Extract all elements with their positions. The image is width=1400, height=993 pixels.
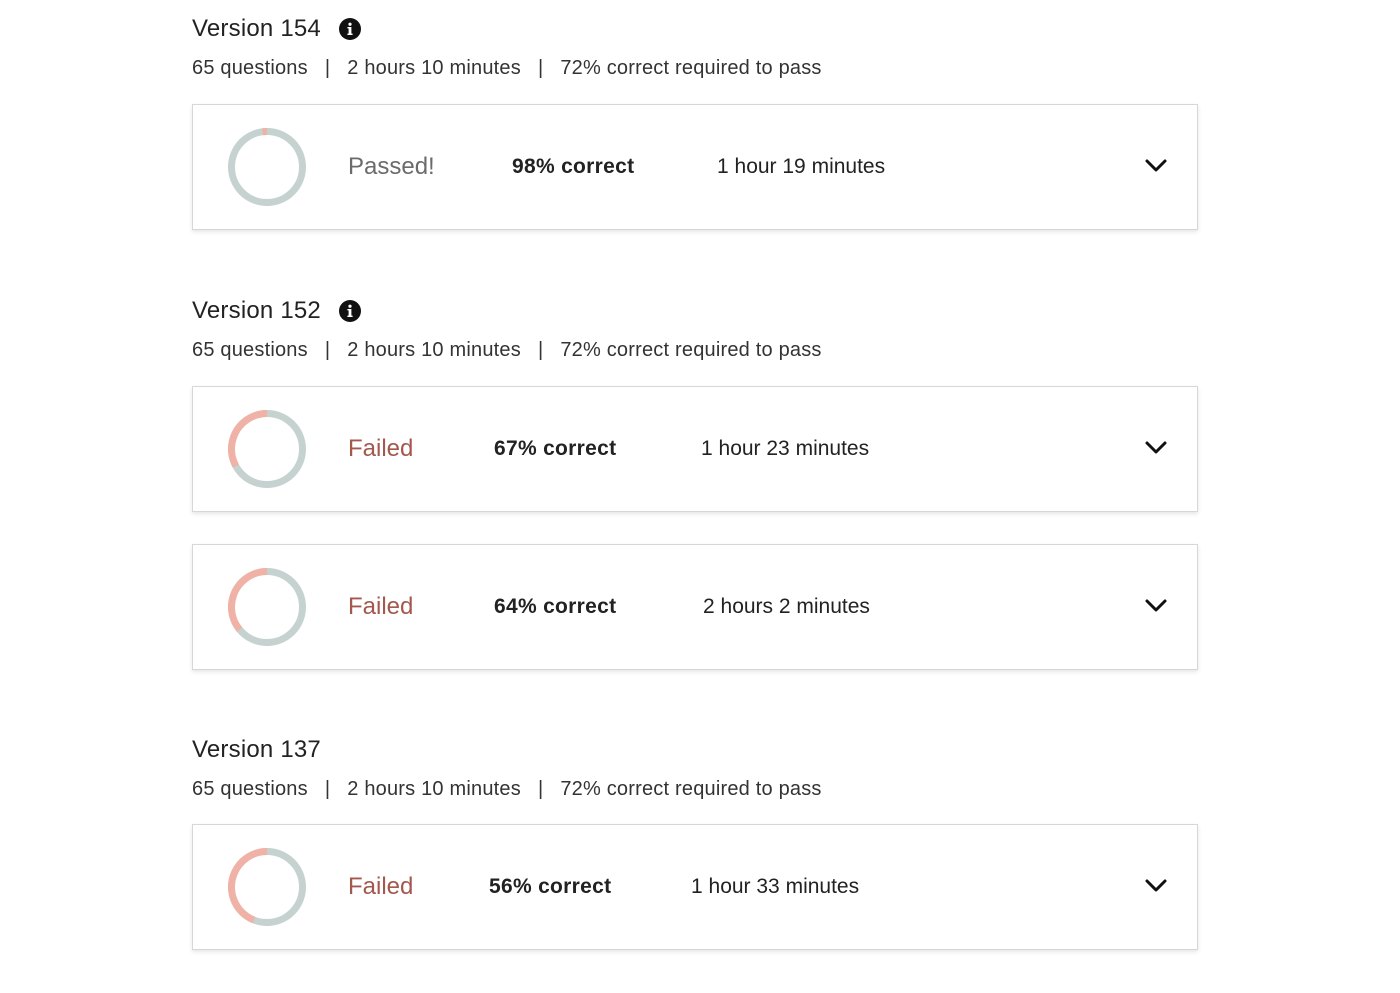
attempt-card[interactable]: Failed 56% correct 1 hour 33 minutes [192, 824, 1198, 950]
question-count: 65 questions [192, 338, 308, 361]
info-icon[interactable] [338, 18, 361, 40]
attempt-duration: 1 hour 19 minutes [717, 155, 886, 178]
time-limit: 2 hours 10 minutes [347, 777, 521, 800]
chevron-down-icon[interactable] [1145, 440, 1167, 456]
attempt-duration: 1 hour 23 minutes [701, 437, 870, 460]
version-meta: 65 questions | 2 hours 10 minutes | 72% … [192, 776, 1198, 802]
attempt-score: 67% correct [494, 437, 617, 460]
version-section: Version 137 65 questions | 2 hours 10 mi… [192, 735, 1198, 802]
version-title-text: Version 137 [192, 736, 321, 763]
score-donut [228, 410, 306, 488]
attempt-card[interactable]: Passed! 98% correct 1 hour 19 minutes [192, 104, 1198, 230]
donut-incorrect-arc [228, 848, 306, 926]
attempt-card[interactable]: Failed 67% correct 1 hour 23 minutes [192, 386, 1198, 512]
pass-requirement: 72% correct required to pass [560, 777, 822, 800]
pass-requirement: 72% correct required to pass [560, 56, 822, 79]
score-donut [228, 848, 306, 926]
attempt-score: 64% correct [494, 595, 617, 618]
attempt-score: 98% correct [512, 155, 635, 178]
version-title: Version 137 [192, 735, 1198, 765]
score-donut [228, 128, 306, 206]
pass-requirement: 72% correct required to pass [560, 338, 822, 361]
attempt-status: Passed! [348, 153, 435, 180]
meta-separator: | [324, 56, 331, 79]
attempt-status: Failed [348, 435, 414, 462]
version-title: Version 152 [192, 296, 1198, 326]
meta-separator: | [324, 777, 331, 800]
score-donut [228, 567, 306, 646]
attempt-card[interactable]: Failed 64% correct 2 hours 2 minutes [192, 544, 1198, 670]
donut-correct-arc [228, 128, 306, 206]
question-count: 65 questions [192, 56, 308, 79]
attempt-duration: 1 hour 33 minutes [691, 875, 860, 898]
attempt-score: 56% correct [489, 875, 612, 898]
meta-separator: | [537, 777, 544, 800]
chevron-down-icon[interactable] [1145, 878, 1167, 894]
donut-incorrect-arc [228, 567, 306, 646]
meta-separator: | [537, 338, 544, 361]
donut-incorrect-arc [228, 410, 306, 488]
attempt-duration: 2 hours 2 minutes [703, 595, 870, 618]
version-meta: 65 questions | 2 hours 10 minutes | 72% … [192, 337, 1198, 363]
time-limit: 2 hours 10 minutes [347, 338, 521, 361]
attempt-status: Failed [348, 593, 414, 620]
version-title-text: Version 154 [192, 15, 321, 42]
meta-separator: | [324, 338, 331, 361]
question-count: 65 questions [192, 777, 308, 800]
version-section: Version 152 65 questions | 2 hours 10 mi… [192, 296, 1198, 363]
donut-incorrect-arc [228, 128, 306, 206]
info-icon[interactable] [338, 300, 361, 322]
time-limit: 2 hours 10 minutes [347, 56, 521, 79]
meta-separator: | [537, 56, 544, 79]
chevron-down-icon[interactable] [1145, 158, 1167, 174]
attempt-status: Failed [348, 873, 414, 900]
version-title-text: Version 152 [192, 297, 321, 324]
version-title: Version 154 [192, 14, 1198, 44]
version-section: Version 154 65 questions | 2 hours 10 mi… [192, 14, 1198, 81]
chevron-down-icon[interactable] [1145, 598, 1167, 614]
version-meta: 65 questions | 2 hours 10 minutes | 72% … [192, 55, 1198, 81]
